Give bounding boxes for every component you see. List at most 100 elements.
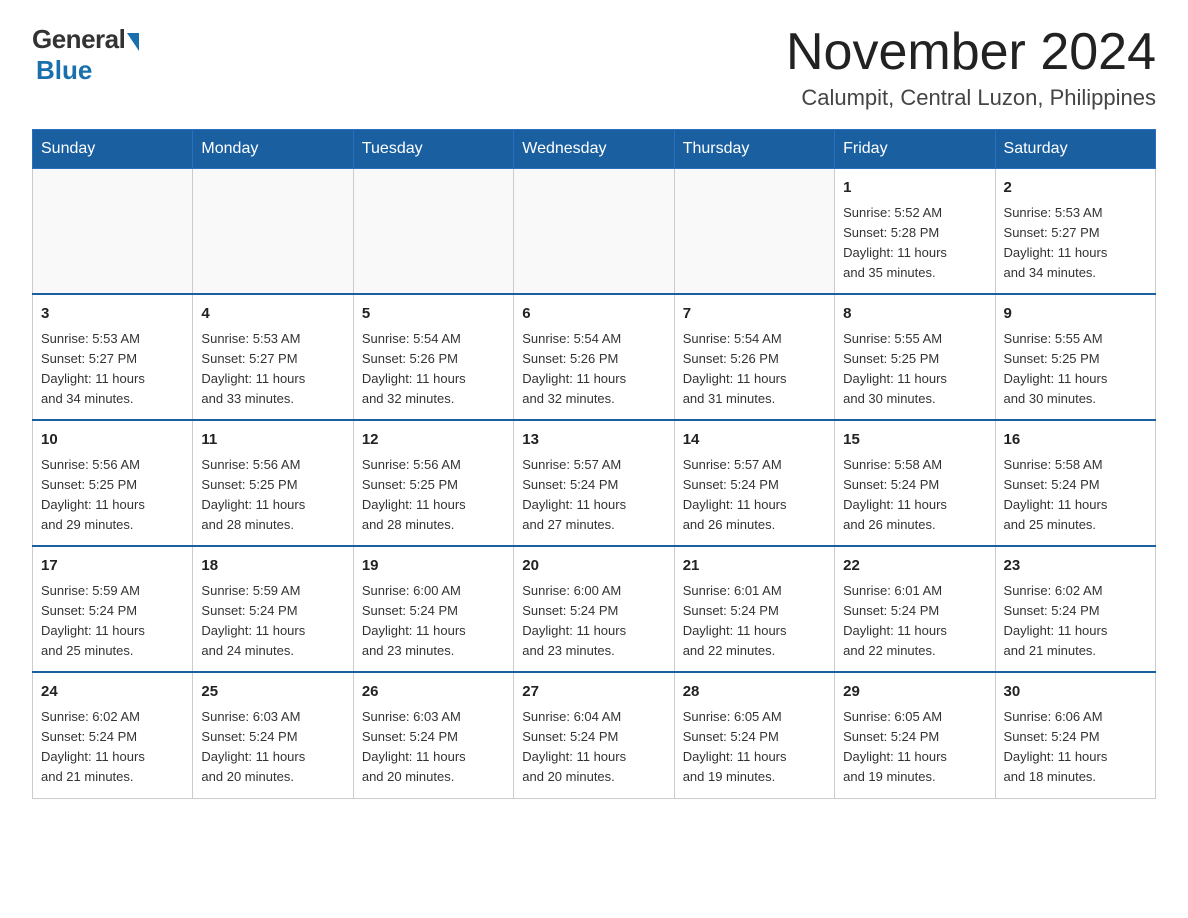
calendar-cell <box>353 169 513 295</box>
day-info: Sunrise: 6:00 AM Sunset: 5:24 PM Dayligh… <box>362 581 505 662</box>
calendar-cell: 16Sunrise: 5:58 AM Sunset: 5:24 PM Dayli… <box>995 420 1155 546</box>
weekday-header-tuesday: Tuesday <box>353 130 513 169</box>
calendar-cell: 10 Sunrise: 5:56 AM Sunset: 5:25 PM Dayli… <box>33 420 193 546</box>
calendar-table: SundayMondayTuesdayWednesdayThursdayFrid… <box>32 129 1156 798</box>
day-info: Sunrise: 6:01 AM Sunset: 5:24 PM Dayligh… <box>843 581 986 662</box>
day-number: 22 <box>843 555 986 578</box>
logo-blue-text: Blue <box>36 55 92 86</box>
day-number: 4 <box>201 303 344 326</box>
day-info: Sunrise: 6:01 AM Sunset: 5:24 PM Dayligh… <box>683 581 826 662</box>
day-number: 14 <box>683 429 826 452</box>
day-info: Sunrise: 5:59 AM Sunset: 5:24 PM Dayligh… <box>41 581 184 662</box>
day-number: 5 <box>362 303 505 326</box>
calendar-week-row: 3Sunrise: 5:53 AM Sunset: 5:27 PM Daylig… <box>33 294 1156 420</box>
day-number: 9 <box>1004 303 1147 326</box>
calendar-cell: 28 Sunrise: 6:05 AM Sunset: 5:24 PM Dayli… <box>674 672 834 798</box>
day-number: 10 <box>41 429 184 452</box>
weekday-header-wednesday: Wednesday <box>514 130 674 169</box>
title-section: November 2024 Calumpit, Central Luzon, P… <box>786 24 1156 111</box>
day-number: 30 <box>1004 681 1147 704</box>
day-info: Sunrise: 6:00 AM Sunset: 5:24 PM Dayligh… <box>522 581 665 662</box>
calendar-cell: 4Sunrise: 5:53 AM Sunset: 5:27 PM Daylig… <box>193 294 353 420</box>
calendar-cell: 29 Sunrise: 6:05 AM Sunset: 5:24 PM Dayli… <box>835 672 995 798</box>
calendar-cell: 17 Sunrise: 5:59 AM Sunset: 5:24 PM Dayli… <box>33 546 193 672</box>
day-number: 21 <box>683 555 826 578</box>
calendar-cell: 3Sunrise: 5:53 AM Sunset: 5:27 PM Daylig… <box>33 294 193 420</box>
day-number: 11 <box>201 429 344 452</box>
calendar-cell: 18 Sunrise: 5:59 AM Sunset: 5:24 PM Dayli… <box>193 546 353 672</box>
calendar-week-row: 1Sunrise: 5:52 AM Sunset: 5:28 PM Daylig… <box>33 169 1156 295</box>
day-number: 2 <box>1004 177 1147 200</box>
day-info: Sunrise: 6:03 AM Sunset: 5:24 PM Dayligh… <box>201 707 344 788</box>
calendar-header-row: SundayMondayTuesdayWednesdayThursdayFrid… <box>33 130 1156 169</box>
day-number: 13 <box>522 429 665 452</box>
day-info: Sunrise: 6:04 AM Sunset: 5:24 PM Dayligh… <box>522 707 665 788</box>
calendar-cell: 1Sunrise: 5:52 AM Sunset: 5:28 PM Daylig… <box>835 169 995 295</box>
calendar-cell: 2 Sunrise: 5:53 AM Sunset: 5:27 PM Daylig… <box>995 169 1155 295</box>
day-info: Sunrise: 6:05 AM Sunset: 5:24 PM Dayligh… <box>843 707 986 788</box>
weekday-header-sunday: Sunday <box>33 130 193 169</box>
day-info: Sunrise: 6:05 AM Sunset: 5:24 PM Dayligh… <box>683 707 826 788</box>
calendar-week-row: 10 Sunrise: 5:56 AM Sunset: 5:25 PM Dayli… <box>33 420 1156 546</box>
calendar-cell: 8 Sunrise: 5:55 AM Sunset: 5:25 PM Daylig… <box>835 294 995 420</box>
day-info: Sunrise: 5:56 AM Sunset: 5:25 PM Dayligh… <box>201 455 344 536</box>
day-info: Sunrise: 5:53 AM Sunset: 5:27 PM Dayligh… <box>1004 203 1147 284</box>
calendar-cell: 24 Sunrise: 6:02 AM Sunset: 5:24 PM Dayli… <box>33 672 193 798</box>
day-number: 25 <box>201 681 344 704</box>
calendar-cell <box>193 169 353 295</box>
day-number: 6 <box>522 303 665 326</box>
logo: General Blue <box>32 24 139 86</box>
calendar-cell: 20 Sunrise: 6:00 AM Sunset: 5:24 PM Dayli… <box>514 546 674 672</box>
day-info: Sunrise: 5:57 AM Sunset: 5:24 PM Dayligh… <box>522 455 665 536</box>
calendar-cell: 21 Sunrise: 6:01 AM Sunset: 5:24 PM Dayli… <box>674 546 834 672</box>
day-number: 27 <box>522 681 665 704</box>
day-number: 20 <box>522 555 665 578</box>
weekday-header-thursday: Thursday <box>674 130 834 169</box>
calendar-cell <box>674 169 834 295</box>
day-info: Sunrise: 5:54 AM Sunset: 5:26 PM Dayligh… <box>522 329 665 410</box>
page-title: November 2024 <box>786 24 1156 81</box>
calendar-cell: 19 Sunrise: 6:00 AM Sunset: 5:24 PM Dayli… <box>353 546 513 672</box>
day-info: Sunrise: 5:55 AM Sunset: 5:25 PM Dayligh… <box>843 329 986 410</box>
calendar-cell: 23 Sunrise: 6:02 AM Sunset: 5:24 PM Dayli… <box>995 546 1155 672</box>
day-number: 18 <box>201 555 344 578</box>
page-header: General Blue November 2024 Calumpit, Cen… <box>32 24 1156 111</box>
day-number: 12 <box>362 429 505 452</box>
day-info: Sunrise: 6:02 AM Sunset: 5:24 PM Dayligh… <box>1004 581 1147 662</box>
calendar-cell: 12 Sunrise: 5:56 AM Sunset: 5:25 PM Dayli… <box>353 420 513 546</box>
day-info: Sunrise: 5:54 AM Sunset: 5:26 PM Dayligh… <box>683 329 826 410</box>
day-number: 16 <box>1004 429 1147 452</box>
day-info: Sunrise: 5:56 AM Sunset: 5:25 PM Dayligh… <box>362 455 505 536</box>
calendar-cell: 11 Sunrise: 5:56 AM Sunset: 5:25 PM Dayli… <box>193 420 353 546</box>
day-number: 8 <box>843 303 986 326</box>
calendar-cell: 9Sunrise: 5:55 AM Sunset: 5:25 PM Daylig… <box>995 294 1155 420</box>
weekday-header-monday: Monday <box>193 130 353 169</box>
calendar-cell: 14 Sunrise: 5:57 AM Sunset: 5:24 PM Dayli… <box>674 420 834 546</box>
subtitle: Calumpit, Central Luzon, Philippines <box>786 85 1156 111</box>
logo-general-text: General <box>32 24 125 55</box>
calendar-week-row: 24 Sunrise: 6:02 AM Sunset: 5:24 PM Dayli… <box>33 672 1156 798</box>
day-number: 26 <box>362 681 505 704</box>
day-info: Sunrise: 5:59 AM Sunset: 5:24 PM Dayligh… <box>201 581 344 662</box>
day-info: Sunrise: 5:56 AM Sunset: 5:25 PM Dayligh… <box>41 455 184 536</box>
day-number: 3 <box>41 303 184 326</box>
calendar-cell <box>514 169 674 295</box>
calendar-cell: 27 Sunrise: 6:04 AM Sunset: 5:24 PM Dayli… <box>514 672 674 798</box>
day-number: 23 <box>1004 555 1147 578</box>
day-number: 29 <box>843 681 986 704</box>
calendar-cell: 26 Sunrise: 6:03 AM Sunset: 5:24 PM Dayli… <box>353 672 513 798</box>
day-info: Sunrise: 5:52 AM Sunset: 5:28 PM Dayligh… <box>843 203 986 284</box>
calendar-cell: 7Sunrise: 5:54 AM Sunset: 5:26 PM Daylig… <box>674 294 834 420</box>
day-number: 19 <box>362 555 505 578</box>
calendar-cell <box>33 169 193 295</box>
day-number: 24 <box>41 681 184 704</box>
logo-arrow-icon <box>127 33 139 51</box>
calendar-week-row: 17 Sunrise: 5:59 AM Sunset: 5:24 PM Dayli… <box>33 546 1156 672</box>
day-info: Sunrise: 6:02 AM Sunset: 5:24 PM Dayligh… <box>41 707 184 788</box>
day-info: Sunrise: 5:57 AM Sunset: 5:24 PM Dayligh… <box>683 455 826 536</box>
day-number: 15 <box>843 429 986 452</box>
day-info: Sunrise: 6:03 AM Sunset: 5:24 PM Dayligh… <box>362 707 505 788</box>
day-number: 17 <box>41 555 184 578</box>
calendar-cell: 6 Sunrise: 5:54 AM Sunset: 5:26 PM Daylig… <box>514 294 674 420</box>
day-number: 28 <box>683 681 826 704</box>
